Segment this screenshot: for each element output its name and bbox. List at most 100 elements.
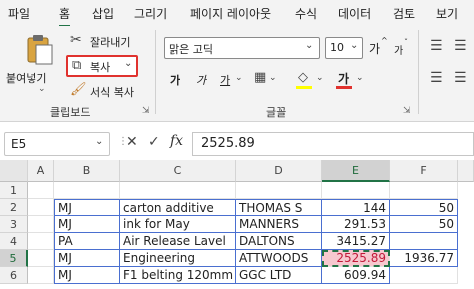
cut-label[interactable]: 잘라내기 <box>90 34 130 50</box>
cell[interactable]: MJ <box>54 267 120 284</box>
cell[interactable] <box>28 182 54 199</box>
align-left-icon[interactable]: ☰ <box>430 70 443 86</box>
cell[interactable]: ATTWOODS <box>236 250 322 267</box>
cell[interactable] <box>28 216 54 233</box>
tab-home[interactable]: 홈 <box>59 5 71 27</box>
cell[interactable]: Air Release Lavel <box>120 233 236 250</box>
chevron-down-icon[interactable]: ⌄ <box>235 73 243 83</box>
bold-button[interactable]: 가 <box>170 72 180 88</box>
cell[interactable]: 291.53 <box>322 216 390 233</box>
cell[interactable] <box>28 199 54 216</box>
format-painter-label[interactable]: 서식 복사 <box>90 84 134 100</box>
font-size-dropdown[interactable]: 10 ⌄ <box>325 37 363 59</box>
column-header-next[interactable] <box>458 160 474 182</box>
cell[interactable] <box>54 182 120 199</box>
column-header-d[interactable]: D <box>236 160 322 182</box>
tab-view[interactable]: 보기 <box>436 5 458 22</box>
cell[interactable]: 50 <box>390 216 458 233</box>
paintbrush-icon[interactable]: 🖌 <box>70 82 87 97</box>
cell[interactable]: 3415.27 <box>322 233 390 250</box>
clipboard-group-label: 클립보드 <box>50 106 91 119</box>
active-cell[interactable]: 2525.89 <box>322 250 390 267</box>
scissors-icon[interactable]: ✂ <box>70 32 82 48</box>
cell[interactable]: THOMAS S <box>236 199 322 216</box>
copy-button[interactable]: ⧉ 복사 ⌄ <box>66 55 138 77</box>
cell[interactable] <box>120 182 236 199</box>
borders-icon[interactable]: ▦ <box>254 70 266 85</box>
cell[interactable] <box>28 250 54 267</box>
row-header[interactable]: 4 <box>0 233 28 250</box>
chevron-down-icon[interactable]: ⌄ <box>38 84 46 94</box>
fill-color-icon[interactable]: ◇ <box>298 70 308 85</box>
cell[interactable]: 50 <box>390 199 458 216</box>
italic-button[interactable]: 가 <box>196 72 206 88</box>
font-color-button[interactable]: 가 <box>338 70 349 87</box>
insert-function-button[interactable]: fx <box>170 133 183 149</box>
cell[interactable]: DALTONS <box>236 233 322 250</box>
formula-bar: E5 ⌄ ⋮ ✕ ✓ fx 2525.89 <box>0 130 474 158</box>
font-name-dropdown[interactable]: 맑은 고딕 ⌄ <box>164 37 320 59</box>
cell[interactable]: F1 belting 120mm <box>120 267 236 284</box>
row-header[interactable]: 2 <box>0 199 28 216</box>
group-separator <box>418 30 419 114</box>
chevron-down-icon[interactable]: ⌄ <box>316 73 324 83</box>
select-all-corner[interactable] <box>0 160 28 182</box>
cell[interactable]: MJ <box>54 199 120 216</box>
column-header-f[interactable]: F <box>390 160 458 182</box>
chevron-down-icon: ⌄ <box>305 40 314 51</box>
row-header[interactable]: 5 <box>0 250 28 267</box>
column-header-c[interactable]: C <box>120 160 236 182</box>
row-header[interactable]: 6 <box>0 267 28 284</box>
decrease-font-size-button[interactable]: 가 <box>394 42 403 57</box>
dialog-launcher-icon[interactable]: ⇲ <box>142 106 150 116</box>
cell[interactable]: MJ <box>54 216 120 233</box>
cell[interactable]: 144 <box>322 199 390 216</box>
cell[interactable]: 609.94 <box>322 267 390 284</box>
clipboard-icon <box>27 35 53 65</box>
cell[interactable] <box>390 233 458 250</box>
cell[interactable]: PA <box>54 233 120 250</box>
paste-button[interactable] <box>22 32 56 66</box>
cancel-icon[interactable]: ✕ <box>126 134 138 150</box>
column-header-e[interactable]: E <box>322 160 390 182</box>
row-header[interactable]: 3 <box>0 216 28 233</box>
cell[interactable] <box>322 182 390 199</box>
cell[interactable] <box>28 267 54 284</box>
dialog-launcher-icon[interactable]: ⇲ <box>403 106 411 116</box>
tab-page-layout[interactable]: 페이지 레이아웃 <box>190 5 271 22</box>
chevron-down-icon[interactable]: ⌄ <box>124 58 132 69</box>
tab-data[interactable]: 데이터 <box>338 5 371 22</box>
chevron-down-icon[interactable]: ⌄ <box>269 73 277 83</box>
row-header[interactable]: 1 <box>0 182 28 199</box>
tab-formulas[interactable]: 수식 <box>295 5 317 22</box>
cell[interactable]: GGC LTD <box>236 267 322 284</box>
column-header-b[interactable]: B <box>54 160 120 182</box>
cell[interactable] <box>390 182 458 199</box>
cell[interactable]: ink for May <box>120 216 236 233</box>
tab-file[interactable]: 파일 <box>8 5 30 22</box>
underline-button[interactable]: 가 <box>220 72 230 88</box>
column-header-a[interactable]: A <box>28 160 54 182</box>
ribbon-tabs: 파일 홈 삽입 그리기 페이지 레이아웃 수식 데이터 검토 보기 <box>0 0 474 27</box>
enter-icon[interactable]: ✓ <box>148 134 160 150</box>
align-middle-icon[interactable]: ☰ <box>454 38 467 54</box>
ribbon: 붙여넣기 ⌄ ✂ 잘라내기 ⧉ 복사 ⌄ 🖌 서식 복사 클립보드 ⇲ 맑은 고… <box>0 26 474 122</box>
tab-draw[interactable]: 그리기 <box>134 5 167 22</box>
chevron-down-icon[interactable]: ⌄ <box>356 73 364 83</box>
cell[interactable]: 1936.77 <box>390 250 458 267</box>
cell[interactable]: MJ <box>54 250 120 267</box>
tab-review[interactable]: 검토 <box>393 5 415 22</box>
cell[interactable] <box>390 267 458 284</box>
copy-icon: ⧉ <box>72 58 82 73</box>
increase-font-size-button[interactable]: 가 <box>369 40 380 57</box>
cell[interactable] <box>236 182 322 199</box>
cell[interactable]: Engineering <box>120 250 236 267</box>
tab-insert[interactable]: 삽입 <box>92 5 114 22</box>
align-center-icon[interactable]: ☰ <box>454 70 467 86</box>
align-top-icon[interactable]: ☰ <box>430 38 443 54</box>
cell[interactable]: carton additive <box>120 199 236 216</box>
cell[interactable] <box>28 233 54 250</box>
formula-input[interactable]: 2525.89 <box>192 132 474 156</box>
name-box[interactable]: E5 ⌄ <box>4 132 110 156</box>
cell[interactable]: MANNERS <box>236 216 322 233</box>
